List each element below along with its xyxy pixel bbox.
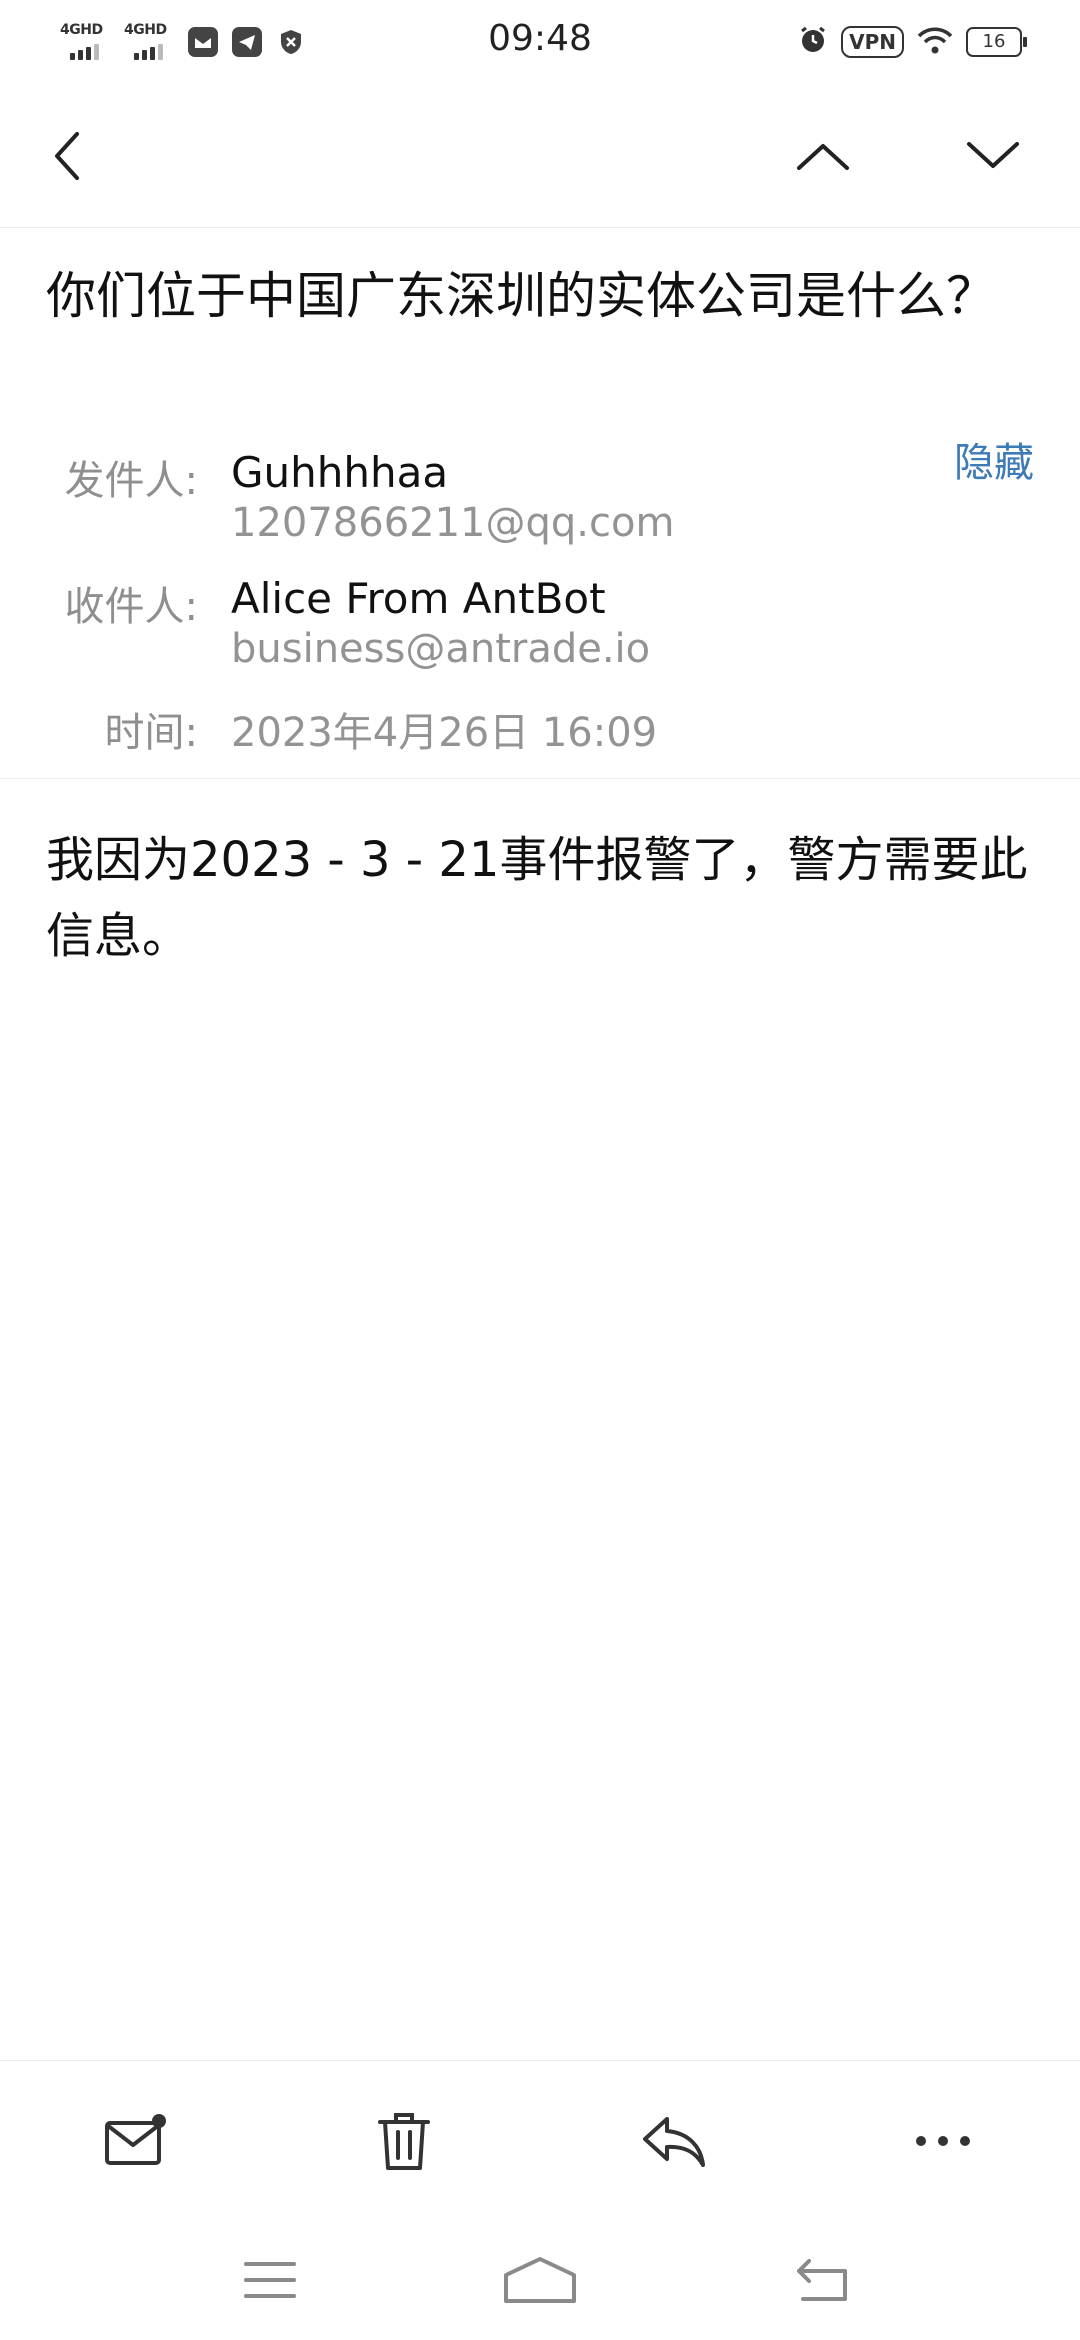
back-nav-icon (797, 2259, 847, 2301)
sender-name[interactable]: Guhhhhaa (231, 448, 448, 497)
previous-email-button[interactable] (778, 111, 868, 201)
to-label: 收件人: (64, 584, 198, 630)
mark-unread-button[interactable] (85, 2091, 185, 2191)
more-icon (916, 2136, 970, 2146)
sent-time: 2023年4月26日 16:09 (231, 710, 658, 756)
email-body: 我因为2023 - 3 - 21事件报警了，警方需要此信息。 (46, 832, 1028, 964)
header-divider (0, 778, 1080, 779)
system-back-button[interactable] (773, 2240, 873, 2320)
next-email-button[interactable] (948, 111, 1038, 201)
recent-apps-button[interactable] (220, 2240, 320, 2320)
email-subject: 你们位于中国广东深圳的实体公司是什么？ (46, 267, 996, 325)
alarm-icon (797, 24, 829, 60)
more-options-button[interactable] (893, 2091, 993, 2191)
chevron-up-icon (797, 144, 849, 170)
vpn-badge: VPN (841, 26, 904, 58)
back-icon (55, 132, 79, 180)
delete-button[interactable] (354, 2091, 454, 2191)
home-icon (504, 2257, 576, 2303)
recipient-email[interactable]: business@antrade.io (231, 626, 650, 672)
battery-indicator: 16 (966, 27, 1027, 57)
wifi-icon (916, 25, 954, 59)
status-right-icons: VPN 16 (797, 20, 1027, 64)
trash-icon (378, 2113, 430, 2170)
time-label: 时间: (104, 710, 198, 756)
email-detail-screen: 4GHD 4GHD 09:48 VPN 16 你们位于中国广东深圳的实体公司是什… (0, 0, 1080, 2340)
top-navigation-bar (0, 84, 1080, 228)
back-button[interactable] (22, 111, 112, 201)
menu-icon (244, 2262, 296, 2298)
reply-button[interactable] (624, 2091, 724, 2191)
system-navigation-bar (0, 2220, 1080, 2340)
hide-details-link[interactable]: 隐藏 (954, 430, 1034, 488)
mark-unread-icon (105, 2114, 166, 2165)
chevron-down-icon (967, 142, 1019, 168)
reply-icon (643, 2117, 705, 2167)
bottom-toolbar (0, 2060, 1080, 2210)
sender-email[interactable]: 1207866211@qq.com (231, 500, 674, 546)
recipient-name[interactable]: Alice From AntBot (231, 574, 606, 623)
from-label: 发件人: (64, 458, 198, 504)
status-bar: 4GHD 4GHD 09:48 VPN 16 (0, 0, 1080, 84)
home-button[interactable] (490, 2240, 590, 2320)
